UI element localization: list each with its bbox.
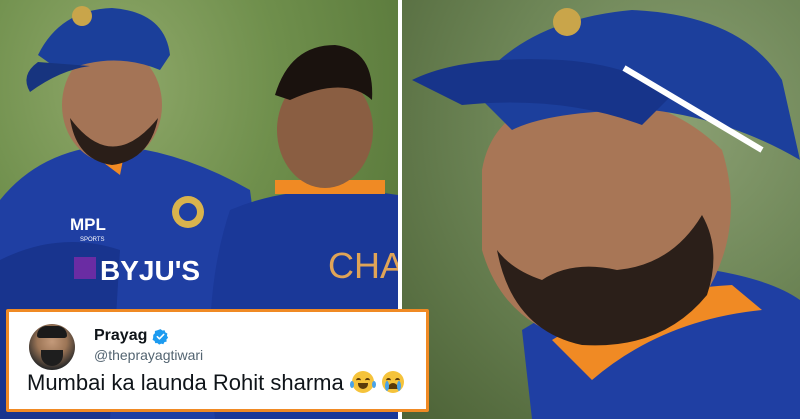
tweet-card: Prayag @theprayagtiwari Mumbai ka launda… [6, 309, 429, 412]
right-photo-scene [412, 8, 800, 419]
user-handle[interactable]: @theprayagtiwari [94, 347, 203, 363]
right-photo [402, 0, 800, 419]
closeup-cap-badge [553, 8, 581, 36]
loudly-crying-emoji-icon [381, 371, 404, 393]
jersey-sponsor-text: BYJU'S [100, 255, 200, 286]
verified-badge-icon [152, 328, 169, 345]
tears-of-joy-emoji-icon [349, 371, 376, 393]
player-two-name-text: CHA [328, 245, 398, 286]
tweet-text: Mumbai ka launda Rohit sharma [27, 370, 344, 395]
cap-badge [72, 6, 92, 26]
byjus-logo-box [74, 257, 96, 279]
tweet-name-row: Prayag [94, 327, 169, 345]
kit-sponsor-sub: SPORTS [80, 237, 105, 243]
user-avatar[interactable] [29, 324, 75, 370]
display-name[interactable]: Prayag [94, 327, 147, 345]
kit-sponsor-text: MPL [70, 215, 106, 234]
tweet-text-row: Mumbai ka launda Rohit sharma [27, 370, 404, 396]
